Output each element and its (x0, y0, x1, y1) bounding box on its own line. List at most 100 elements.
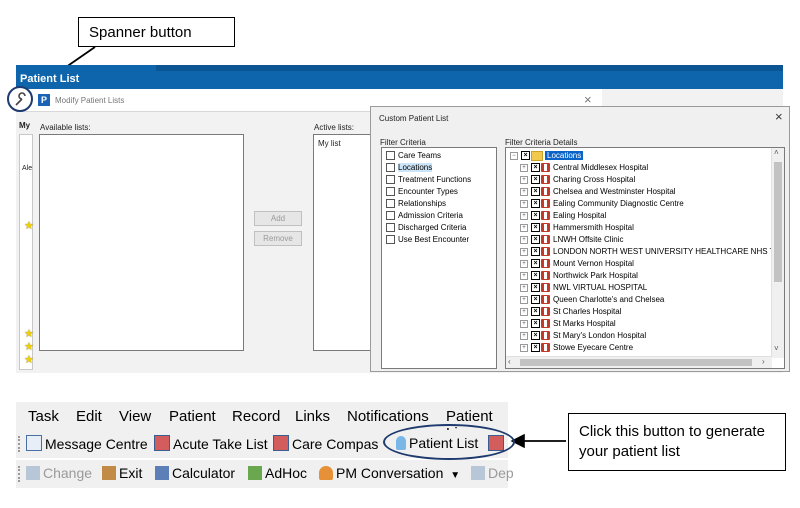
checked-box-icon[interactable]: × (531, 319, 540, 329)
tree-location-item[interactable]: + × Central Middlesex Hospital (510, 162, 784, 174)
expand-icon[interactable]: + (520, 235, 528, 244)
expand-icon[interactable]: + (520, 259, 528, 268)
checked-box-icon[interactable]: × (531, 271, 540, 281)
checked-box-icon[interactable]: × (531, 163, 540, 173)
expand-icon[interactable]: + (520, 223, 528, 232)
tree-location-item[interactable]: + × Northwick Park Hospital (510, 270, 784, 282)
checkbox[interactable] (386, 235, 395, 245)
criteria-encounter-types[interactable]: Encounter Types (386, 186, 496, 198)
tree-root-locations[interactable]: − × Locations (510, 150, 784, 162)
dropdown-arrow-icon[interactable]: ▼ (450, 470, 460, 481)
checked-box-icon[interactable]: × (531, 187, 540, 197)
available-lists-box[interactable] (39, 134, 244, 351)
tree-horizontal-scrollbar[interactable]: ‹ › (506, 356, 772, 368)
checked-box-icon[interactable]: × (531, 259, 540, 269)
care-compass-button[interactable]: Care Compas (273, 435, 378, 452)
criteria-relationships[interactable]: Relationships (386, 198, 496, 210)
criteria-best-encounter[interactable]: Use Best Encounter (386, 234, 496, 246)
expand-icon[interactable]: + (520, 295, 528, 304)
departmental-button[interactable]: Dep (471, 465, 514, 481)
checkbox[interactable] (386, 163, 395, 173)
expand-icon[interactable]: + (520, 319, 528, 328)
toolbar-grip[interactable] (18, 436, 22, 452)
expand-icon[interactable]: + (520, 199, 528, 208)
tree-location-item[interactable]: + × Ealing Hospital (510, 210, 784, 222)
expand-icon[interactable]: + (520, 331, 528, 340)
menu-edit[interactable]: Edit (76, 408, 102, 425)
criteria-treatment-functions[interactable]: Treatment Functions (386, 174, 496, 186)
tree-location-item[interactable]: + × Hammersmith Hospital (510, 222, 784, 234)
active-list-item[interactable]: My list (314, 135, 370, 148)
checkbox[interactable] (386, 151, 395, 161)
criteria-discharged[interactable]: Discharged Criteria (386, 222, 496, 234)
criteria-care-teams[interactable]: Care Teams (386, 150, 496, 162)
checkbox[interactable] (386, 211, 395, 221)
checked-box-icon[interactable]: × (531, 343, 540, 353)
scroll-right-icon[interactable]: › (762, 357, 765, 366)
h-scroll-thumb[interactable] (520, 359, 752, 366)
tree-location-item[interactable]: + × Queen Charlotte's and Chelsea (510, 294, 784, 306)
pm-conversation-button[interactable]: PM Conversation ▼ (319, 465, 460, 481)
menu-notifications[interactable]: Notifications (347, 408, 429, 425)
checked-box-icon[interactable]: × (531, 199, 540, 209)
checked-box-icon[interactable]: × (531, 307, 540, 317)
checked-box-icon[interactable]: × (531, 283, 540, 293)
tree-location-item[interactable]: + × Charing Cross Hospital (510, 174, 784, 186)
collapse-icon[interactable]: − (510, 151, 518, 160)
expand-icon[interactable]: + (520, 307, 528, 316)
checked-box-icon[interactable]: × (531, 247, 540, 257)
acute-take-list-button[interactable]: Acute Take List (154, 435, 268, 452)
expand-icon[interactable]: + (520, 283, 528, 292)
tree-vertical-scrollbar[interactable]: ˄ ˅ (771, 148, 784, 358)
spanner-button[interactable] (7, 86, 33, 112)
adhoc-button[interactable]: AdHoc (248, 465, 307, 481)
expand-icon[interactable]: + (520, 187, 528, 196)
active-lists-box[interactable]: My list (313, 134, 371, 351)
tree-location-item[interactable]: + × LONDON NORTH WEST UNIVERSITY HEALTHCAR… (510, 246, 784, 258)
tree-location-item[interactable]: + × NWL VIRTUAL HOSPITAL (510, 282, 784, 294)
expand-icon[interactable]: + (520, 271, 528, 280)
checked-box-icon[interactable]: × (531, 295, 540, 305)
add-button[interactable]: Add (254, 211, 302, 226)
tree-location-item[interactable]: + × St Charles Hospital (510, 306, 784, 318)
tree-location-item[interactable]: + × Stowe Eyecare Centre (510, 342, 784, 354)
menu-links[interactable]: Links (295, 408, 330, 425)
custom-dialog-close-button[interactable]: × (775, 109, 783, 124)
menu-task[interactable]: Task (28, 408, 59, 425)
tree-location-item[interactable]: + × St Mary's London Hospital (510, 330, 784, 342)
expand-icon[interactable]: + (520, 343, 528, 352)
filter-criteria-list[interactable]: Care Teams Locations Treatment Functions… (381, 147, 497, 369)
checked-box-icon[interactable]: × (531, 211, 540, 221)
expand-icon[interactable]: + (520, 175, 528, 184)
remove-button[interactable]: Remove (254, 231, 302, 246)
change-button[interactable]: Change (26, 465, 92, 481)
expand-icon[interactable]: + (520, 211, 528, 220)
scroll-up-icon[interactable]: ˄ (774, 148, 779, 157)
exit-button[interactable]: Exit (102, 465, 142, 481)
tree-location-item[interactable]: + × Ealing Community Diagnostic Centre (510, 198, 784, 210)
checked-box-icon[interactable]: × (531, 331, 540, 341)
toolbar-grip[interactable] (18, 466, 22, 482)
checked-box-icon[interactable]: × (531, 175, 540, 185)
tree-location-item[interactable]: + × Chelsea and Westminster Hospital (510, 186, 784, 198)
tree-location-item[interactable]: + × Mount Vernon Hospital (510, 258, 784, 270)
scroll-down-icon[interactable]: ˅ (774, 344, 779, 353)
checked-box-icon[interactable]: × (521, 151, 530, 161)
tree-location-item[interactable]: + × LNWH Offsite Clinic (510, 234, 784, 246)
tree-location-item[interactable]: + × St Marks Hospital (510, 318, 784, 330)
checked-box-icon[interactable]: × (531, 235, 540, 245)
calculator-button[interactable]: Calculator (155, 465, 235, 481)
expand-icon[interactable]: + (520, 247, 528, 256)
expand-icon[interactable]: + (520, 163, 528, 172)
criteria-locations[interactable]: Locations (386, 162, 496, 174)
checked-box-icon[interactable]: × (531, 223, 540, 233)
checkbox[interactable] (386, 175, 395, 185)
filter-details-tree[interactable]: − × Locations + × Central Middlesex Hospital… (505, 147, 785, 369)
message-centre-button[interactable]: Message Centre (26, 435, 148, 452)
modify-dialog-close-button[interactable]: × (584, 92, 592, 107)
checkbox[interactable] (386, 223, 395, 233)
menu-record[interactable]: Record (232, 408, 280, 425)
checkbox[interactable] (386, 199, 395, 209)
menu-view[interactable]: View (119, 408, 151, 425)
menu-patient[interactable]: Patient (169, 408, 216, 425)
